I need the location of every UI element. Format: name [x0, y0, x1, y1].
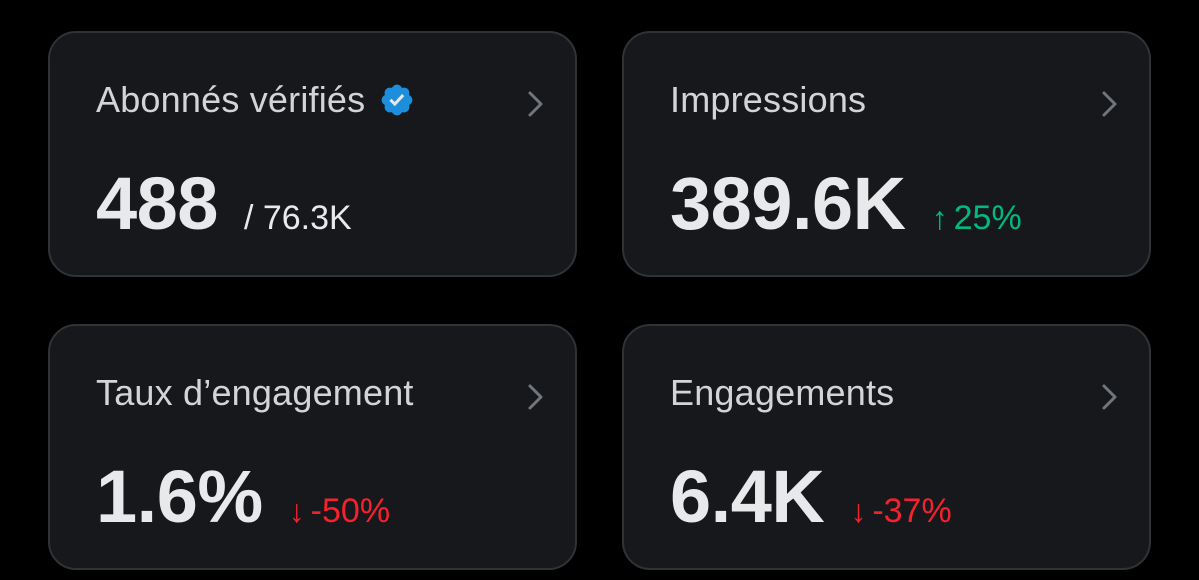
- arrow-up-icon: ↑: [931, 200, 948, 236]
- delta-value: 25%: [953, 199, 1022, 237]
- card-title-engagement-rate: Taux d’engagement: [96, 372, 414, 414]
- card-title-verified-followers: Abonnés vérifiés: [96, 79, 415, 121]
- engagements-card[interactable]: Engagements 6.4K ↓ -37%: [622, 324, 1151, 570]
- engagements-value: 6.4K: [670, 455, 825, 538]
- arrow-down-icon: ↓: [288, 493, 305, 529]
- verified-followers-value: 488: [96, 162, 218, 245]
- engagement-rate-delta: ↓ -50%: [289, 492, 390, 531]
- engagement-rate-card[interactable]: Taux d’engagement 1.6% ↓ -50%: [48, 324, 577, 570]
- card-title-label: Impressions: [670, 79, 867, 120]
- delta-value: -50%: [310, 492, 391, 530]
- card-title-label: Abonnés vérifiés: [96, 79, 366, 120]
- card-title-engagements: Engagements: [670, 372, 894, 414]
- verified-followers-card[interactable]: Abonnés vérifiés 488 / 76.3K: [48, 31, 577, 277]
- value-row: 6.4K ↓ -37%: [670, 454, 952, 539]
- verified-badge-icon: [381, 84, 413, 116]
- impressions-delta: ↑ 25%: [932, 199, 1022, 238]
- total-followers-value: / 76.3K: [243, 199, 352, 237]
- card-title-impressions: Impressions: [670, 79, 866, 121]
- chevron-right-icon[interactable]: [525, 382, 547, 412]
- value-row: 1.6% ↓ -50%: [96, 454, 390, 539]
- engagement-rate-value: 1.6%: [96, 455, 263, 538]
- impressions-card[interactable]: Impressions 389.6K ↑ 25%: [622, 31, 1151, 277]
- chevron-right-icon[interactable]: [1099, 382, 1121, 412]
- chevron-right-icon[interactable]: [525, 89, 547, 119]
- card-title-label: Engagements: [670, 372, 895, 413]
- engagements-delta: ↓ -37%: [850, 492, 951, 531]
- chevron-right-icon[interactable]: [1099, 89, 1121, 119]
- arrow-down-icon: ↓: [850, 493, 867, 529]
- impressions-value: 389.6K: [670, 162, 906, 245]
- delta-value: -37%: [872, 492, 952, 530]
- value-row: 389.6K ↑ 25%: [670, 161, 1022, 246]
- value-row: 488 / 76.3K: [96, 161, 352, 246]
- card-title-label: Taux d’engagement: [96, 372, 414, 413]
